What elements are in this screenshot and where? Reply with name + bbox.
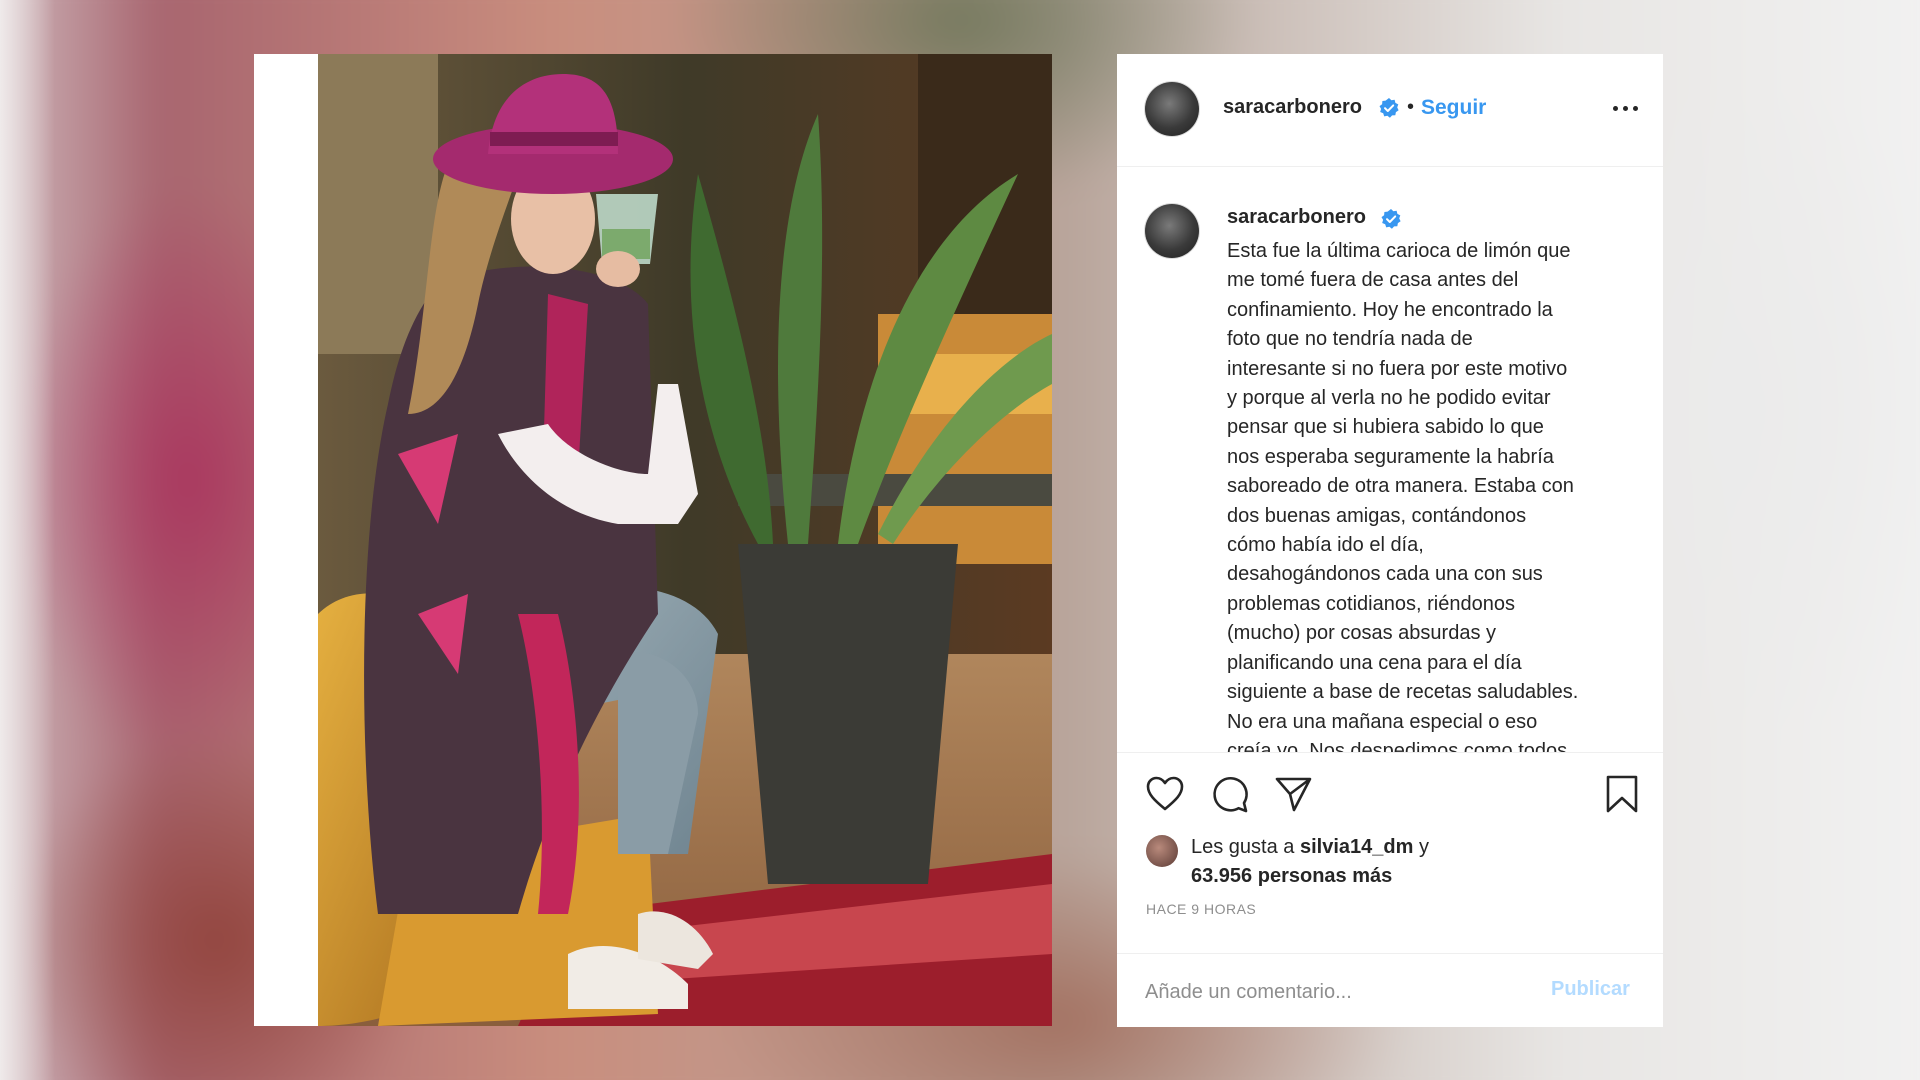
post-panel: saracarbonero • Seguir saracarbonero Est…	[1117, 54, 1663, 1027]
caption-line: nos esperaba seguramente la habría	[1227, 445, 1554, 468]
likes-connector: y	[1413, 836, 1429, 858]
likes-count-link[interactable]: 63.956 personas más	[1191, 865, 1392, 887]
caption-line: y porque al verla no he podido evitar	[1227, 387, 1551, 410]
comment-input[interactable]	[1143, 974, 1507, 1010]
separator-dot: •	[1407, 96, 1415, 118]
caption-line: siguiente a base de recetas saludables.	[1227, 681, 1579, 704]
caption-line: interesante si no fuera por este motivo	[1227, 357, 1568, 380]
avatar[interactable]	[1145, 82, 1199, 136]
caption-line: planificando una cena para el día	[1227, 651, 1522, 674]
share-icon[interactable]	[1272, 773, 1314, 815]
post-caption: Esta fue la última carioca de limón que …	[1227, 237, 1637, 802]
caption-avatar[interactable]	[1145, 204, 1199, 258]
post-header: saracarbonero • Seguir	[1117, 54, 1663, 167]
likes-prefix: Les gusta a	[1191, 836, 1300, 858]
caption-line: Esta fue la última carioca de limón que	[1227, 240, 1571, 262]
post-image[interactable]	[254, 54, 1052, 1026]
caption-line: cómo había ido el día,	[1227, 534, 1424, 557]
heart-icon[interactable]	[1144, 773, 1186, 815]
post-actions: Les gusta a silvia14_dm y 63.956 persona…	[1117, 752, 1663, 1027]
caption-line: dos buenas amigas, contándonos	[1227, 504, 1527, 527]
caption-line: No era una mañana especial o eso	[1227, 710, 1538, 733]
post-timestamp[interactable]: HACE 9 HORAS	[1146, 901, 1256, 917]
verified-badge-icon	[1381, 209, 1401, 229]
caption-line: desahogándonos cada una con sus	[1227, 563, 1543, 586]
verified-badge-icon	[1379, 98, 1399, 118]
caption-line: foto que no tendría nada de	[1227, 328, 1473, 351]
caption-username-link[interactable]: saracarbonero	[1227, 206, 1366, 229]
liker-avatar[interactable]	[1146, 835, 1178, 867]
username-link[interactable]: saracarbonero	[1223, 96, 1362, 119]
bookmark-icon[interactable]	[1601, 773, 1643, 815]
caption-line: me tomé fuera de casa antes del	[1227, 269, 1519, 292]
follow-button[interactable]: Seguir	[1421, 96, 1486, 120]
caption-line: problemas cotidianos, riéndonos	[1227, 592, 1515, 615]
caption-line: confinamiento. Hoy he encontrado la	[1227, 298, 1553, 321]
comment-form: Publicar	[1117, 953, 1663, 1028]
likes-summary: Les gusta a silvia14_dm y 63.956 persona…	[1191, 833, 1611, 891]
liker-username-link[interactable]: silvia14_dm	[1300, 836, 1413, 858]
caption-line: (mucho) por cosas absurdas y	[1227, 622, 1497, 645]
publish-button[interactable]: Publicar	[1551, 978, 1630, 1001]
comment-icon[interactable]	[1209, 773, 1251, 815]
caption-line: saboreado de otra manera. Estaba con	[1227, 475, 1574, 498]
caption-line: pensar que si hubiera sabido lo que	[1227, 416, 1544, 439]
more-options-icon[interactable]	[1611, 98, 1641, 118]
